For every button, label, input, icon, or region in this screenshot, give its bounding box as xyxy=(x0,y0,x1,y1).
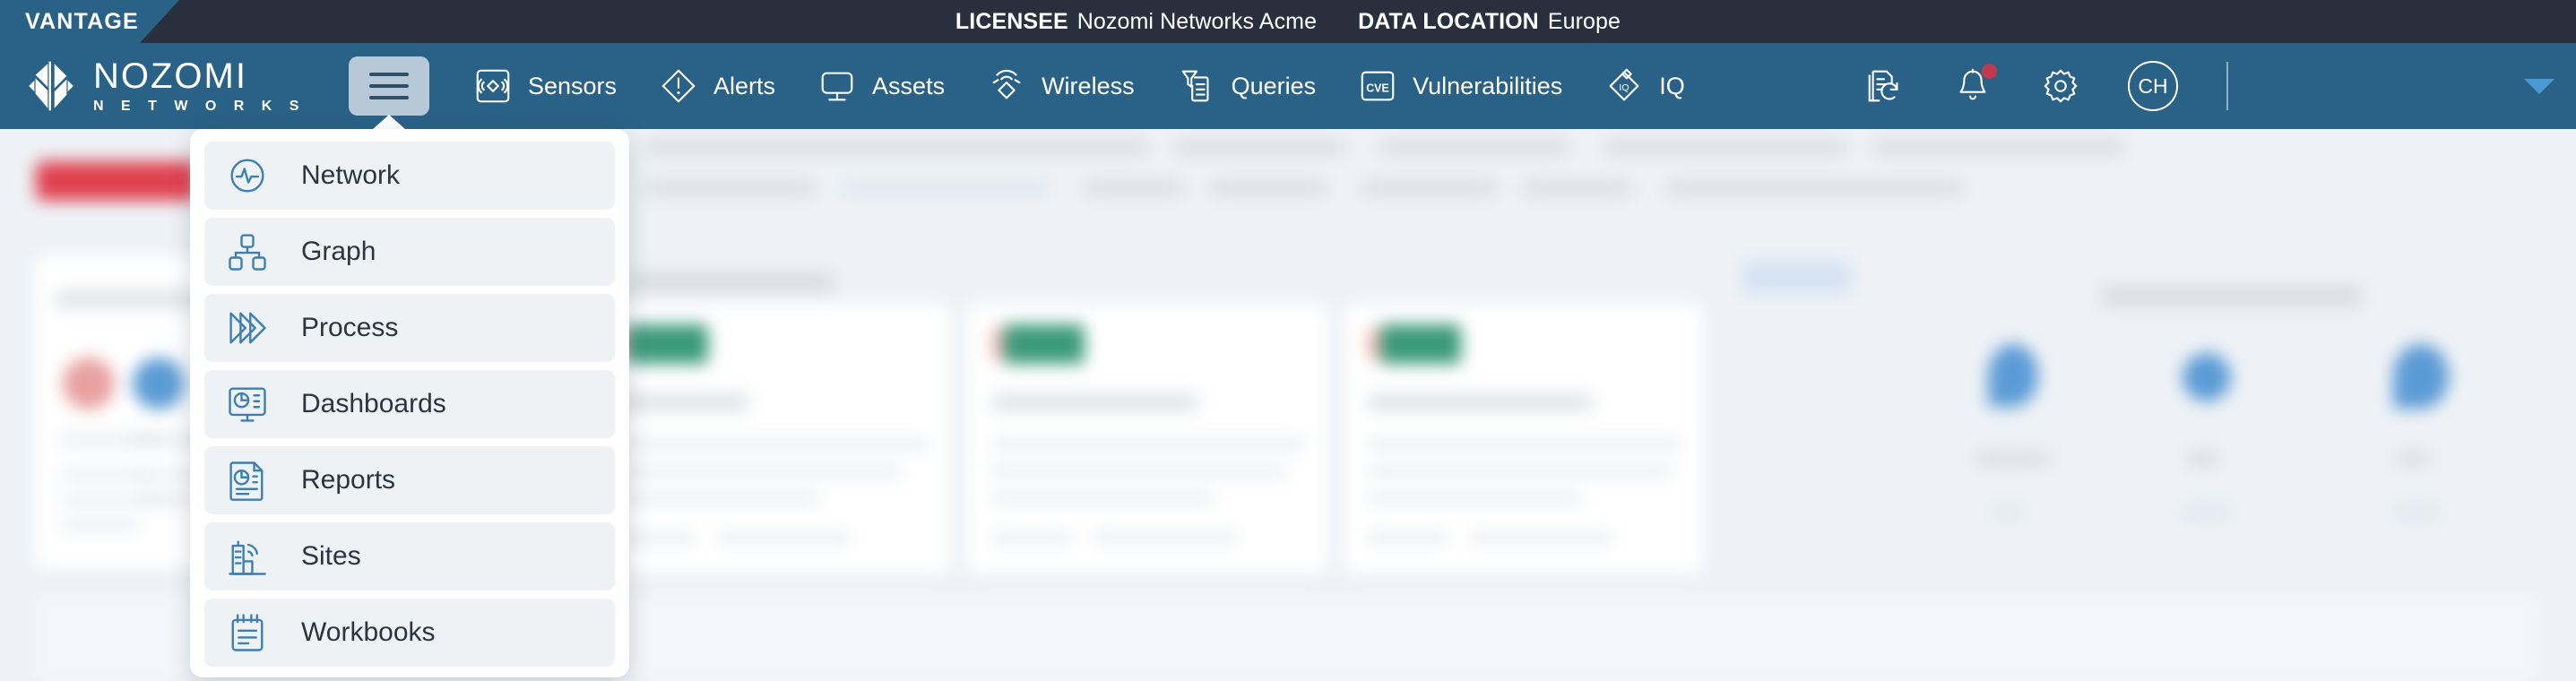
node-graph-icon xyxy=(229,234,266,271)
dropdown-item-label: Dashboards xyxy=(301,389,446,418)
cve-icon: CVE xyxy=(1361,71,1395,101)
document-refresh-icon-glyph xyxy=(1868,70,1898,102)
licensee-value: Nozomi Networks Acme xyxy=(1076,8,1318,34)
iq-diamond-icon: IQ xyxy=(1609,68,1639,101)
dropdown-item-label: Workbooks xyxy=(301,617,436,647)
nav-item-label: Queries xyxy=(1231,72,1317,99)
dashboard-monitor-icon xyxy=(229,387,266,422)
licensee-group: LICENSEE Nozomi Networks Acme xyxy=(955,9,1317,35)
dropdown-item-label: Process xyxy=(301,313,399,342)
user-avatar[interactable]: CH xyxy=(2128,61,2178,111)
brand-wordmark: NOZOMI N E T W O R K S xyxy=(93,58,306,114)
svg-text:CVE: CVE xyxy=(1366,82,1389,95)
brand-logo[interactable]: NOZOMI N E T W O R K S xyxy=(23,58,306,114)
nav-item-label: IQ xyxy=(1659,72,1685,99)
wireless-signal-icon xyxy=(992,69,1021,99)
alert-diamond-icon xyxy=(661,69,696,103)
nav-item-label: Sensors xyxy=(527,72,618,99)
dropdown-item-process[interactable]: Process xyxy=(204,294,615,362)
report-document-icon xyxy=(229,461,264,501)
navbar-divider xyxy=(2226,62,2228,110)
dropdown-item-reports[interactable]: Reports xyxy=(204,446,615,514)
dropdown-item-sites[interactable]: Sites xyxy=(204,522,615,590)
dropdown-item-dashboards[interactable]: Dashboards xyxy=(204,370,615,438)
workbook-notepad-icon xyxy=(231,614,264,651)
bell-notification-icon[interactable] xyxy=(1952,64,1997,107)
nav-item-wireless[interactable]: Wireless xyxy=(986,65,1135,107)
svg-text:IQ: IQ xyxy=(1620,82,1629,93)
gear-settings-icon-glyph xyxy=(2044,69,2078,103)
hamburger-menu-icon-line xyxy=(368,73,409,76)
nav-item-label: Wireless xyxy=(1042,72,1135,99)
nav-item-queries[interactable]: Queries xyxy=(1176,65,1317,107)
hamburger-menu-icon-line xyxy=(368,96,409,99)
nav-item-alerts[interactable]: Alerts xyxy=(658,65,775,107)
nav-item-assets[interactable]: Assets xyxy=(817,65,945,107)
data-location-value: Europe xyxy=(1547,8,1621,34)
avatar-initials: CH xyxy=(2138,73,2168,98)
nav-item-iq[interactable]: IQ IQ xyxy=(1604,65,1685,107)
navbar-right-actions: CH xyxy=(1818,61,2576,111)
brand-name-line2: N E T W O R K S xyxy=(93,99,306,114)
process-chevrons-icon xyxy=(229,312,266,344)
network-pulse-icon xyxy=(230,159,264,193)
hamburger-menu-button[interactable] xyxy=(348,56,429,116)
filter-document-icon xyxy=(1181,70,1209,102)
main-navigation-dropdown: Network Graph Process Dashboards Reports… xyxy=(190,129,629,677)
data-location-label: DATA LOCATION xyxy=(1358,8,1539,34)
dropdown-item-label: Network xyxy=(301,160,401,190)
hamburger-menu-icon-line xyxy=(368,84,409,88)
sensors-icon xyxy=(476,69,510,103)
dropdown-item-label: Sites xyxy=(301,541,361,571)
dropdown-item-graph[interactable]: Graph xyxy=(204,218,615,286)
licensee-label: LICENSEE xyxy=(955,8,1068,34)
notification-badge xyxy=(1982,64,1997,79)
document-refresh-icon[interactable] xyxy=(1864,65,1906,107)
navbar-items: Sensors Alerts Assets Wireless Queries C… xyxy=(472,65,1726,107)
nav-item-sensors[interactable]: Sensors xyxy=(472,65,617,107)
dropdown-item-label: Reports xyxy=(301,465,396,495)
dropdown-item-network[interactable]: Network xyxy=(204,142,615,210)
chevron-down-icon[interactable] xyxy=(2524,78,2554,94)
nav-item-label: Vulnerabilities xyxy=(1413,72,1563,99)
app-root: LICENSEE Nozomi Networks Acme DATA LOCAT… xyxy=(0,0,2576,681)
sites-building-icon xyxy=(229,540,266,575)
dropdown-item-label: Graph xyxy=(301,237,376,266)
data-location-group: DATA LOCATION Europe xyxy=(1358,9,1621,35)
gear-settings-icon[interactable] xyxy=(2040,65,2081,107)
licensee-bar: LICENSEE Nozomi Networks Acme DATA LOCAT… xyxy=(0,0,2576,43)
monitor-icon xyxy=(821,72,853,101)
main-navbar: NOZOMI N E T W O R K S Sensors Alerts As… xyxy=(0,43,2576,129)
dropdown-item-workbooks[interactable]: Workbooks xyxy=(204,599,615,667)
nav-item-label: Assets xyxy=(872,72,946,99)
brand-name-line1: NOZOMI xyxy=(93,56,247,96)
nav-item-label: Alerts xyxy=(713,72,776,99)
nozomi-diamond-logo-icon xyxy=(29,61,73,111)
nav-item-vulnerabilities[interactable]: CVE Vulnerabilities xyxy=(1357,65,1562,107)
